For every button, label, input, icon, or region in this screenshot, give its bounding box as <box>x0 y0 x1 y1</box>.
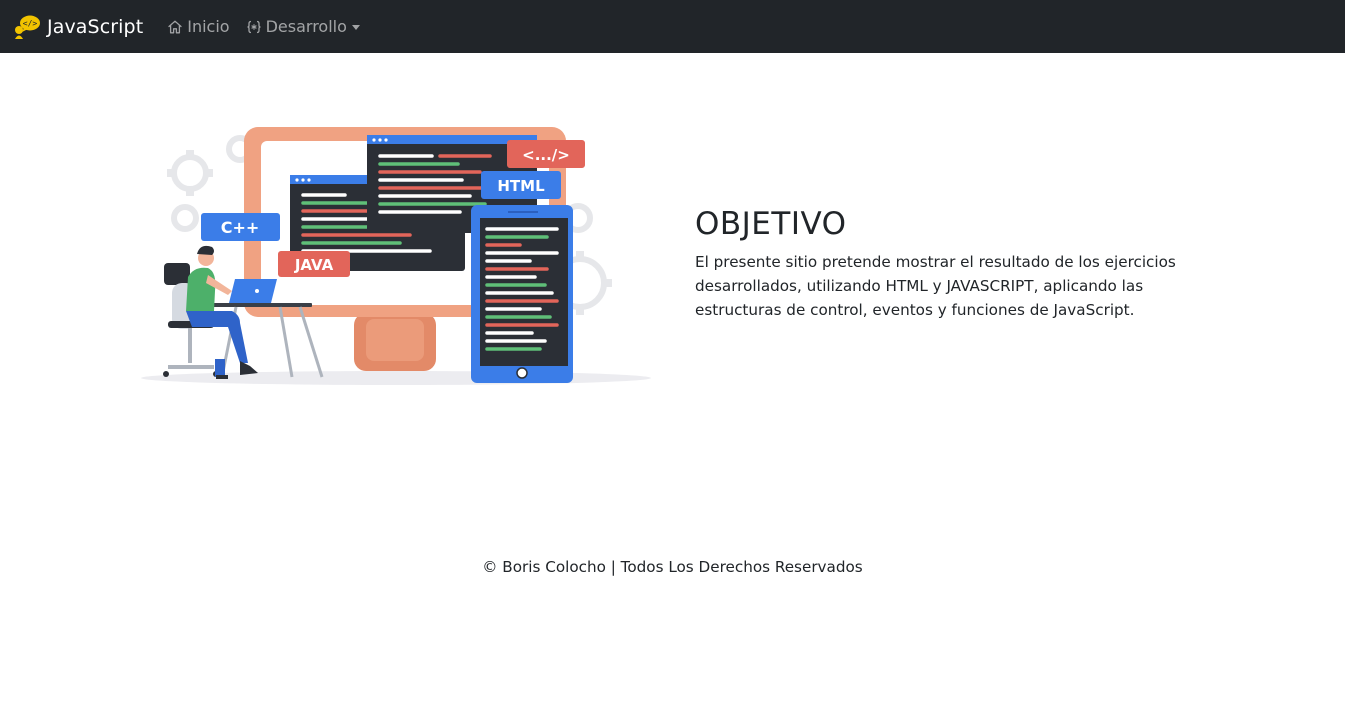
developer-illustration: <.../> HTML C++ JAVA <box>140 123 654 388</box>
developer-illustration-graphic: <.../> HTML C++ JAVA <box>141 127 651 385</box>
objective-title: OBJETIVO <box>695 206 847 242</box>
footer-copyright: © Boris Colocho | Todos Los Derechos Res… <box>482 558 863 576</box>
svg-text:<.../>: <.../> <box>522 146 570 164</box>
house-icon <box>168 20 182 33</box>
nav-item-inicio[interactable]: Inicio <box>167 17 230 36</box>
navbar-brand[interactable]: </> JavaScript <box>13 15 143 39</box>
footer: © Boris Colocho | Todos Los Derechos Res… <box>0 558 1345 576</box>
navbar: </> JavaScript Inicio Desarrollo <box>0 0 1345 53</box>
code-braces-icon <box>247 20 261 33</box>
svg-text:JAVA: JAVA <box>294 256 334 274</box>
svg-text:</>: </> <box>23 19 38 28</box>
nav-item-label: Desarrollo <box>265 17 347 36</box>
objective-description: El presente sitio pretende mostrar el re… <box>695 253 1176 319</box>
svg-text:C++: C++ <box>221 218 260 237</box>
javascript-logo-icon: </> <box>15 15 40 39</box>
nav-item-desarrollo[interactable]: Desarrollo <box>246 17 360 36</box>
brand-title: JavaScript <box>47 15 144 38</box>
nav-item-label: Inicio <box>187 17 230 36</box>
objective-section: OBJETIVO El presente sitio pretende most… <box>695 204 1215 322</box>
chevron-down-icon <box>351 25 360 30</box>
svg-text:HTML: HTML <box>497 177 545 195</box>
